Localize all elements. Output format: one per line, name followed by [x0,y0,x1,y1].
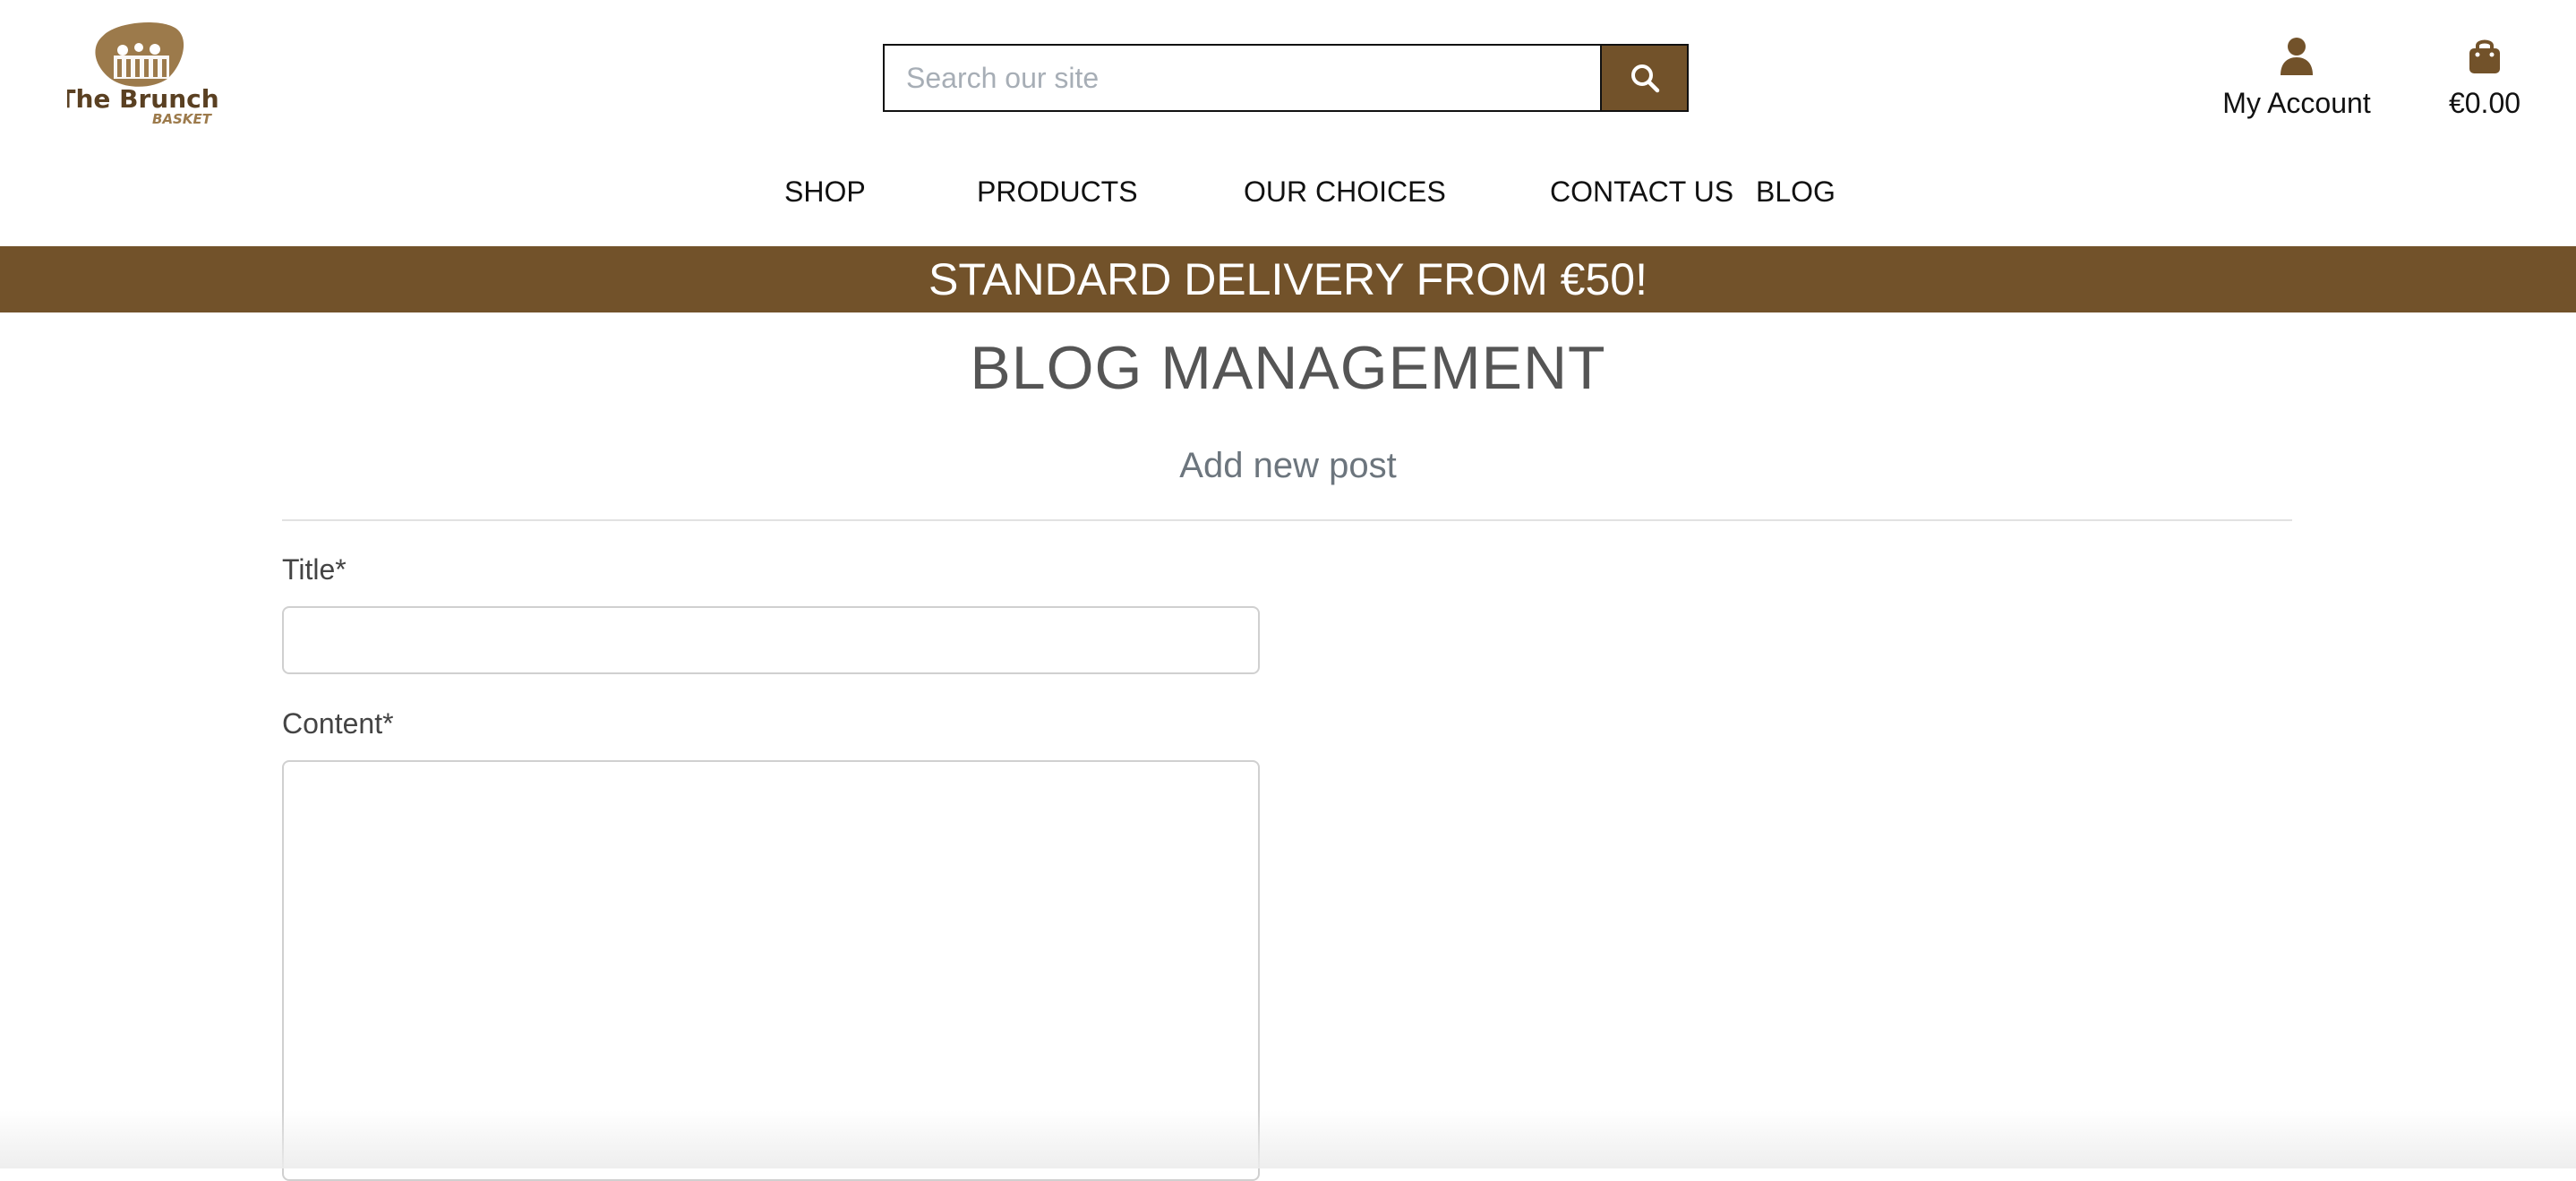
shopping-bag-link[interactable]: €0.00 [2435,36,2534,120]
shopping-bag-icon [2469,39,2500,73]
nav-item-shop[interactable]: SHOP [784,175,866,209]
nav-item-contact-us[interactable]: CONTACT US [1550,175,1733,209]
main-nav: SHOP PRODUCTS OUR CHOICES CONTACT US BLO… [0,175,2576,218]
delivery-banner: STANDARD DELIVERY FROM €50! [0,246,2576,312]
search-input[interactable] [883,44,1601,112]
bag-total: €0.00 [2448,87,2521,119]
search-bar [883,44,1689,112]
my-account-link[interactable]: My Account [2212,36,2382,120]
page-title: BLOG MANAGEMENT [970,334,1606,402]
search-button[interactable] [1600,44,1689,112]
nav-item-products[interactable]: PRODUCTS [977,175,1138,209]
nav-item-our-choices[interactable]: OUR CHOICES [1244,175,1446,209]
my-account-label: My Account [2222,87,2371,119]
nav-item-blog[interactable]: BLOG [1756,175,1836,209]
title-label: Title* [282,553,347,586]
search-icon [1630,64,1659,93]
logo-subtext: BASKET [152,111,213,127]
user-icon [2281,38,2313,75]
content-label: Content* [282,707,394,740]
page-subtitle: Add new post [1179,446,1397,485]
divider [282,519,2292,521]
brand-logo[interactable]: The Brunch BASKET [67,20,219,132]
logo-text: The Brunch [67,84,219,114]
title-input[interactable] [282,606,1260,674]
content-textarea[interactable] [282,760,1260,1181]
